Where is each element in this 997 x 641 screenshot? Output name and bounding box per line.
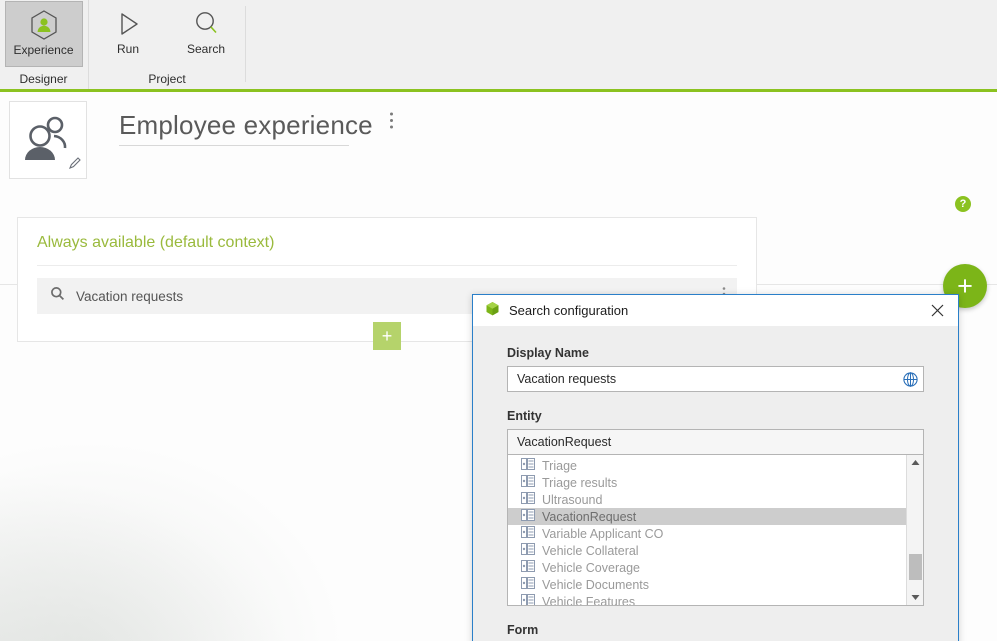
list-item-label: VacationRequest <box>542 509 637 524</box>
background-art <box>0 411 380 641</box>
ribbon-toolbar: Experience Designer Run Search Project <box>0 0 997 92</box>
ribbon-button-search[interactable]: Search <box>167 1 245 67</box>
ribbon-button-label: Experience <box>13 43 74 57</box>
list-item-selected[interactable]: VacationRequest <box>508 508 906 525</box>
list-item[interactable]: Triage <box>508 457 906 474</box>
play-triangle-icon <box>111 6 145 42</box>
ribbon-button-experience[interactable]: Experience <box>4 1 83 67</box>
list-item[interactable]: Vehicle Features <box>508 593 906 606</box>
list-item-label: Ultrasound <box>542 492 603 507</box>
entity-label: Entity <box>507 409 542 423</box>
entity-listbox[interactable]: Triage Triage results Ultrasound Vacatio… <box>507 455 924 606</box>
list-item[interactable]: Vehicle Coverage <box>508 559 906 576</box>
list-item[interactable]: Vehicle Collateral <box>508 542 906 559</box>
entity-icon <box>521 475 535 490</box>
ribbon-button-label: Search <box>186 42 226 56</box>
page-body: Employee experience Actions My stuff My … <box>0 92 997 641</box>
dialog-body: Display Name Vacation requests Entity Va… <box>473 326 958 641</box>
list-item[interactable]: Triage results <box>508 474 906 491</box>
panel-title: Always available (default context) <box>37 234 275 251</box>
ribbon-divider <box>245 6 246 82</box>
app-root: Experience Designer Run Search Project E… <box>0 0 997 641</box>
entity-icon <box>521 509 535 524</box>
entity-icon <box>521 492 535 507</box>
form-label: Form <box>507 623 539 637</box>
caret-down-icon[interactable] <box>911 590 920 605</box>
entity-icon <box>521 543 535 558</box>
search-configuration-dialog: Search configuration Display Name Vacati… <box>472 294 959 641</box>
pencil-icon[interactable] <box>68 156 82 175</box>
panel-divider <box>37 265 737 266</box>
entity-icon <box>521 594 535 605</box>
search-icon <box>50 286 65 306</box>
globe-translate-icon[interactable] <box>902 371 919 388</box>
display-name-input[interactable]: Vacation requests <box>507 366 924 392</box>
dialog-title: Search configuration <box>509 303 629 318</box>
ribbon-group-label: Project <box>148 72 186 86</box>
close-icon[interactable] <box>917 295 958 326</box>
entity-icon <box>521 577 535 592</box>
title-underline <box>119 145 349 146</box>
scrollbar-track[interactable] <box>907 470 923 590</box>
list-item-label: Vehicle Coverage <box>542 560 640 575</box>
list-item[interactable]: Vehicle Documents <box>508 576 906 593</box>
entity-icon <box>521 458 535 473</box>
list-item-label: Triage <box>542 458 577 473</box>
dialog-titlebar: Search configuration <box>473 295 958 326</box>
entity-list-scrollbar[interactable] <box>906 455 923 605</box>
ribbon-group-label: Designer <box>19 72 68 86</box>
entity-icon <box>521 526 535 541</box>
list-item-label: Vehicle Collateral <box>542 543 639 558</box>
display-name-label: Display Name <box>507 346 589 360</box>
list-item[interactable]: Variable Applicant CO <box>508 525 906 542</box>
list-item-label: Vehicle Documents <box>542 577 650 592</box>
ribbon-group-project: Run Search Project <box>88 0 245 89</box>
list-item-label: Triage results <box>542 475 618 490</box>
list-item-label: Vehicle Features <box>542 594 636 606</box>
ribbon-button-label: Run <box>116 42 139 56</box>
add-search-button[interactable]: + <box>373 322 401 350</box>
entity-list-items: Triage Triage results Ultrasound Vacatio… <box>508 455 906 605</box>
list-item[interactable]: Ultrasound <box>508 491 906 508</box>
display-name-value: Vacation requests <box>517 372 617 386</box>
help-badge-icon[interactable]: ? <box>955 196 971 212</box>
entity-combo-value[interactable]: VacationRequest <box>507 429 924 455</box>
green-cube-icon <box>485 301 500 321</box>
scrollbar-thumb[interactable] <box>909 554 922 580</box>
avatar[interactable] <box>9 101 87 179</box>
list-item-label: Variable Applicant CO <box>542 526 664 541</box>
ribbon-button-run[interactable]: Run <box>89 1 167 67</box>
ribbon-group-designer: Experience Designer <box>0 0 87 89</box>
person-hex-icon <box>27 7 61 43</box>
list-item-label: Vacation requests <box>76 288 184 304</box>
entity-icon <box>521 560 535 575</box>
page-title: Employee experience <box>119 110 373 140</box>
magnifier-icon <box>189 6 223 42</box>
kebab-menu-icon[interactable] <box>389 111 394 135</box>
page-title-row: Employee experience <box>119 110 394 141</box>
caret-up-icon[interactable] <box>911 455 920 470</box>
